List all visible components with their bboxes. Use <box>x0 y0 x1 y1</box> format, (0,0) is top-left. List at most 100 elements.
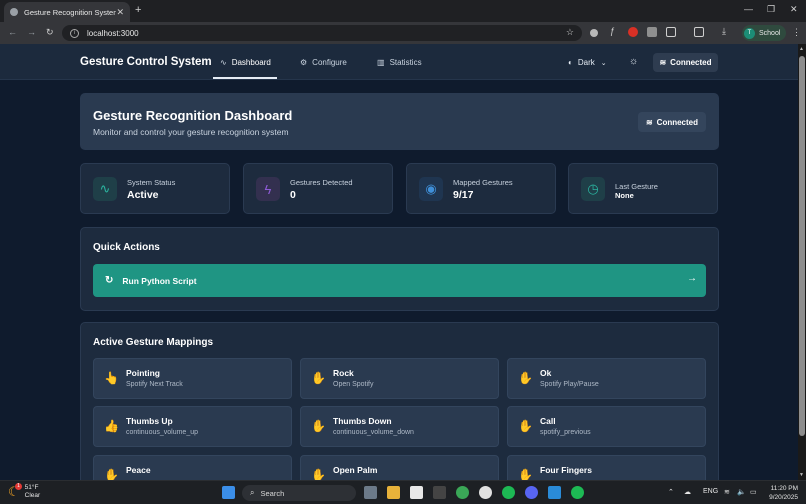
nav-statistics[interactable]: ▥ Statistics <box>377 58 422 67</box>
refresh-icon: ↻ <box>105 275 114 286</box>
main-content: Gesture Recognition Dashboard Monitor an… <box>0 80 798 480</box>
mapping-card-ok[interactable]: ✋ Ok Spotify Play/Pause <box>507 358 706 399</box>
dashboard-header: Gesture Recognition Dashboard Monitor an… <box>80 93 719 150</box>
globe-icon <box>10 8 18 16</box>
language-indicator[interactable]: ENG <box>703 488 718 495</box>
notification-badge: 1 <box>15 483 22 490</box>
scroll-down-icon[interactable]: ▼ <box>799 472 804 478</box>
formula-extension-icon[interactable]: ƒ <box>610 26 620 36</box>
quick-actions-panel: Quick Actions ↻ Run Python Script → <box>80 227 719 311</box>
spotify-icon[interactable] <box>502 486 515 499</box>
gear-icon: ⚙ <box>300 58 308 67</box>
rock-hand-icon: ✋ <box>311 371 326 385</box>
run-python-script-button[interactable]: ↻ Run Python Script → <box>93 264 706 297</box>
window-close-icon[interactable]: ✕ <box>790 4 798 15</box>
download-icon[interactable]: ⤓ <box>722 26 732 36</box>
bar-chart-icon: ▥ <box>377 58 385 67</box>
vscode-icon[interactable] <box>548 486 561 499</box>
back-icon[interactable]: ← <box>8 27 17 37</box>
weather-widget[interactable]: ☾ 1 51°F Clear <box>8 483 41 500</box>
wifi-icon[interactable]: ≋ <box>724 488 730 496</box>
chevron-down-icon: ⌄ <box>600 59 607 67</box>
mapping-card-call[interactable]: ✋ Call spotify_previous <box>507 406 706 447</box>
nav-configure[interactable]: ⚙ Configure <box>300 58 347 67</box>
close-icon[interactable]: ✕ <box>116 7 124 18</box>
browser-tab-strip: Gesture Recognition System ✕ + — ❐ ✕ <box>0 0 806 22</box>
mapping-card-open-palm[interactable]: ✋ Open Palm <box>300 455 499 480</box>
clock-icon: ◷ <box>581 177 605 201</box>
new-tab-icon[interactable]: + <box>135 4 141 16</box>
connection-status-button[interactable]: ≋ Connected <box>653 53 718 72</box>
windows-start-icon[interactable] <box>222 486 235 499</box>
mapping-card-thumbs-up[interactable]: 👍 Thumbs Up continuous_volume_up <box>93 406 292 447</box>
tray-chevron-icon[interactable]: ⌃ <box>668 488 674 496</box>
volume-icon[interactable]: 🔈 <box>737 488 746 496</box>
stat-label: Gestures Detected <box>290 178 353 187</box>
system-clock[interactable]: 11:20 PM 9/20/2025 <box>760 484 798 502</box>
terminal-icon[interactable] <box>433 486 446 499</box>
ok-hand-icon: ✋ <box>518 371 533 385</box>
mapping-card-thumbs-down[interactable]: ✋ Thumbs Down continuous_volume_down <box>300 406 499 447</box>
notion-icon[interactable] <box>410 486 423 499</box>
sun-icon[interactable]: ☼ <box>629 56 638 67</box>
mapping-card-four-fingers[interactable]: ✋ Four Fingers <box>507 455 706 480</box>
gesture-action: spotify_previous <box>540 429 591 436</box>
mapping-card-rock[interactable]: ✋ Rock Open Spotify <box>300 358 499 399</box>
discord-icon[interactable] <box>525 486 538 499</box>
browser-tab[interactable]: Gesture Recognition System ✕ <box>4 2 130 22</box>
scrollbar-thumb[interactable] <box>799 56 805 436</box>
chrome-profile-icon[interactable] <box>479 486 492 499</box>
reload-icon[interactable]: ↻ <box>46 27 54 38</box>
minimize-icon[interactable]: — <box>744 4 753 14</box>
file-explorer-icon[interactable] <box>387 486 400 499</box>
gesture-action: Spotify Next Track <box>126 381 183 388</box>
extensions-puzzle-icon[interactable] <box>666 27 676 37</box>
weather-desc: Clear <box>24 492 41 499</box>
box-extension-icon[interactable] <box>647 27 657 37</box>
gesture-name: Rock <box>333 368 354 378</box>
profile-button[interactable]: T School <box>742 25 786 41</box>
red-extension-icon[interactable] <box>628 27 638 37</box>
run-label: Run Python Script <box>122 275 197 286</box>
weather-temp: 51°F <box>24 484 39 491</box>
pen-extension-icon[interactable] <box>590 29 598 37</box>
chrome-icon[interactable] <box>456 486 469 499</box>
nav-label: Configure <box>312 58 347 67</box>
forward-icon[interactable]: → <box>27 27 36 37</box>
peace-hand-icon: ✋ <box>104 468 119 480</box>
activity-icon: ∿ <box>93 177 117 201</box>
open-palm-icon: ✋ <box>311 468 326 480</box>
browser-menu-icon[interactable]: ⋮ <box>792 27 801 38</box>
palette-icon: ◐ <box>568 58 573 67</box>
task-view-icon[interactable] <box>364 486 377 499</box>
theme-label: Dark <box>577 58 595 67</box>
scroll-up-icon[interactable]: ▲ <box>799 46 804 52</box>
cloud-icon[interactable]: ☁ <box>684 488 691 496</box>
site-info-icon[interactable]: i <box>70 28 79 38</box>
bookmark-star-icon[interactable]: ☆ <box>566 27 574 38</box>
thumbs-down-icon: ✋ <box>311 419 326 433</box>
weather-icon: ☾ 1 <box>8 483 22 500</box>
wifi-icon: ≋ <box>645 117 653 127</box>
stat-label: System Status <box>127 178 176 187</box>
clock-date: 9/20/2025 <box>769 494 798 501</box>
restore-icon[interactable]: ❐ <box>767 4 775 15</box>
theme-select[interactable]: ◐ Dark ⌄ <box>568 58 607 67</box>
nav-dashboard[interactable]: ∿ Dashboard <box>220 58 271 67</box>
address-bar[interactable]: i localhost:3000 ☆ <box>62 25 582 41</box>
spotify-app-icon[interactable] <box>571 486 584 499</box>
stat-system-status: ∿ System Status Active <box>80 163 230 214</box>
battery-icon[interactable]: ▭ <box>750 488 757 496</box>
four-fingers-icon: ✋ <box>518 468 533 480</box>
gesture-name: Ok <box>540 368 552 378</box>
cast-icon[interactable] <box>694 27 704 37</box>
pointing-hand-icon: 👆 <box>104 371 119 385</box>
taskbar-search[interactable]: ⌕ Search <box>242 485 356 501</box>
gesture-name: Pointing <box>126 368 160 378</box>
mapping-card-peace[interactable]: ✋ Peace <box>93 455 292 480</box>
stat-value: 0 <box>290 189 296 201</box>
stat-value: None <box>615 191 634 200</box>
mapping-card-pointing[interactable]: 👆 Pointing Spotify Next Track <box>93 358 292 399</box>
browser-toolbar: ← → ↻ i localhost:3000 ☆ ƒ ⤓ T School ⋮ <box>0 22 806 44</box>
nav-label: Dashboard <box>231 58 271 67</box>
